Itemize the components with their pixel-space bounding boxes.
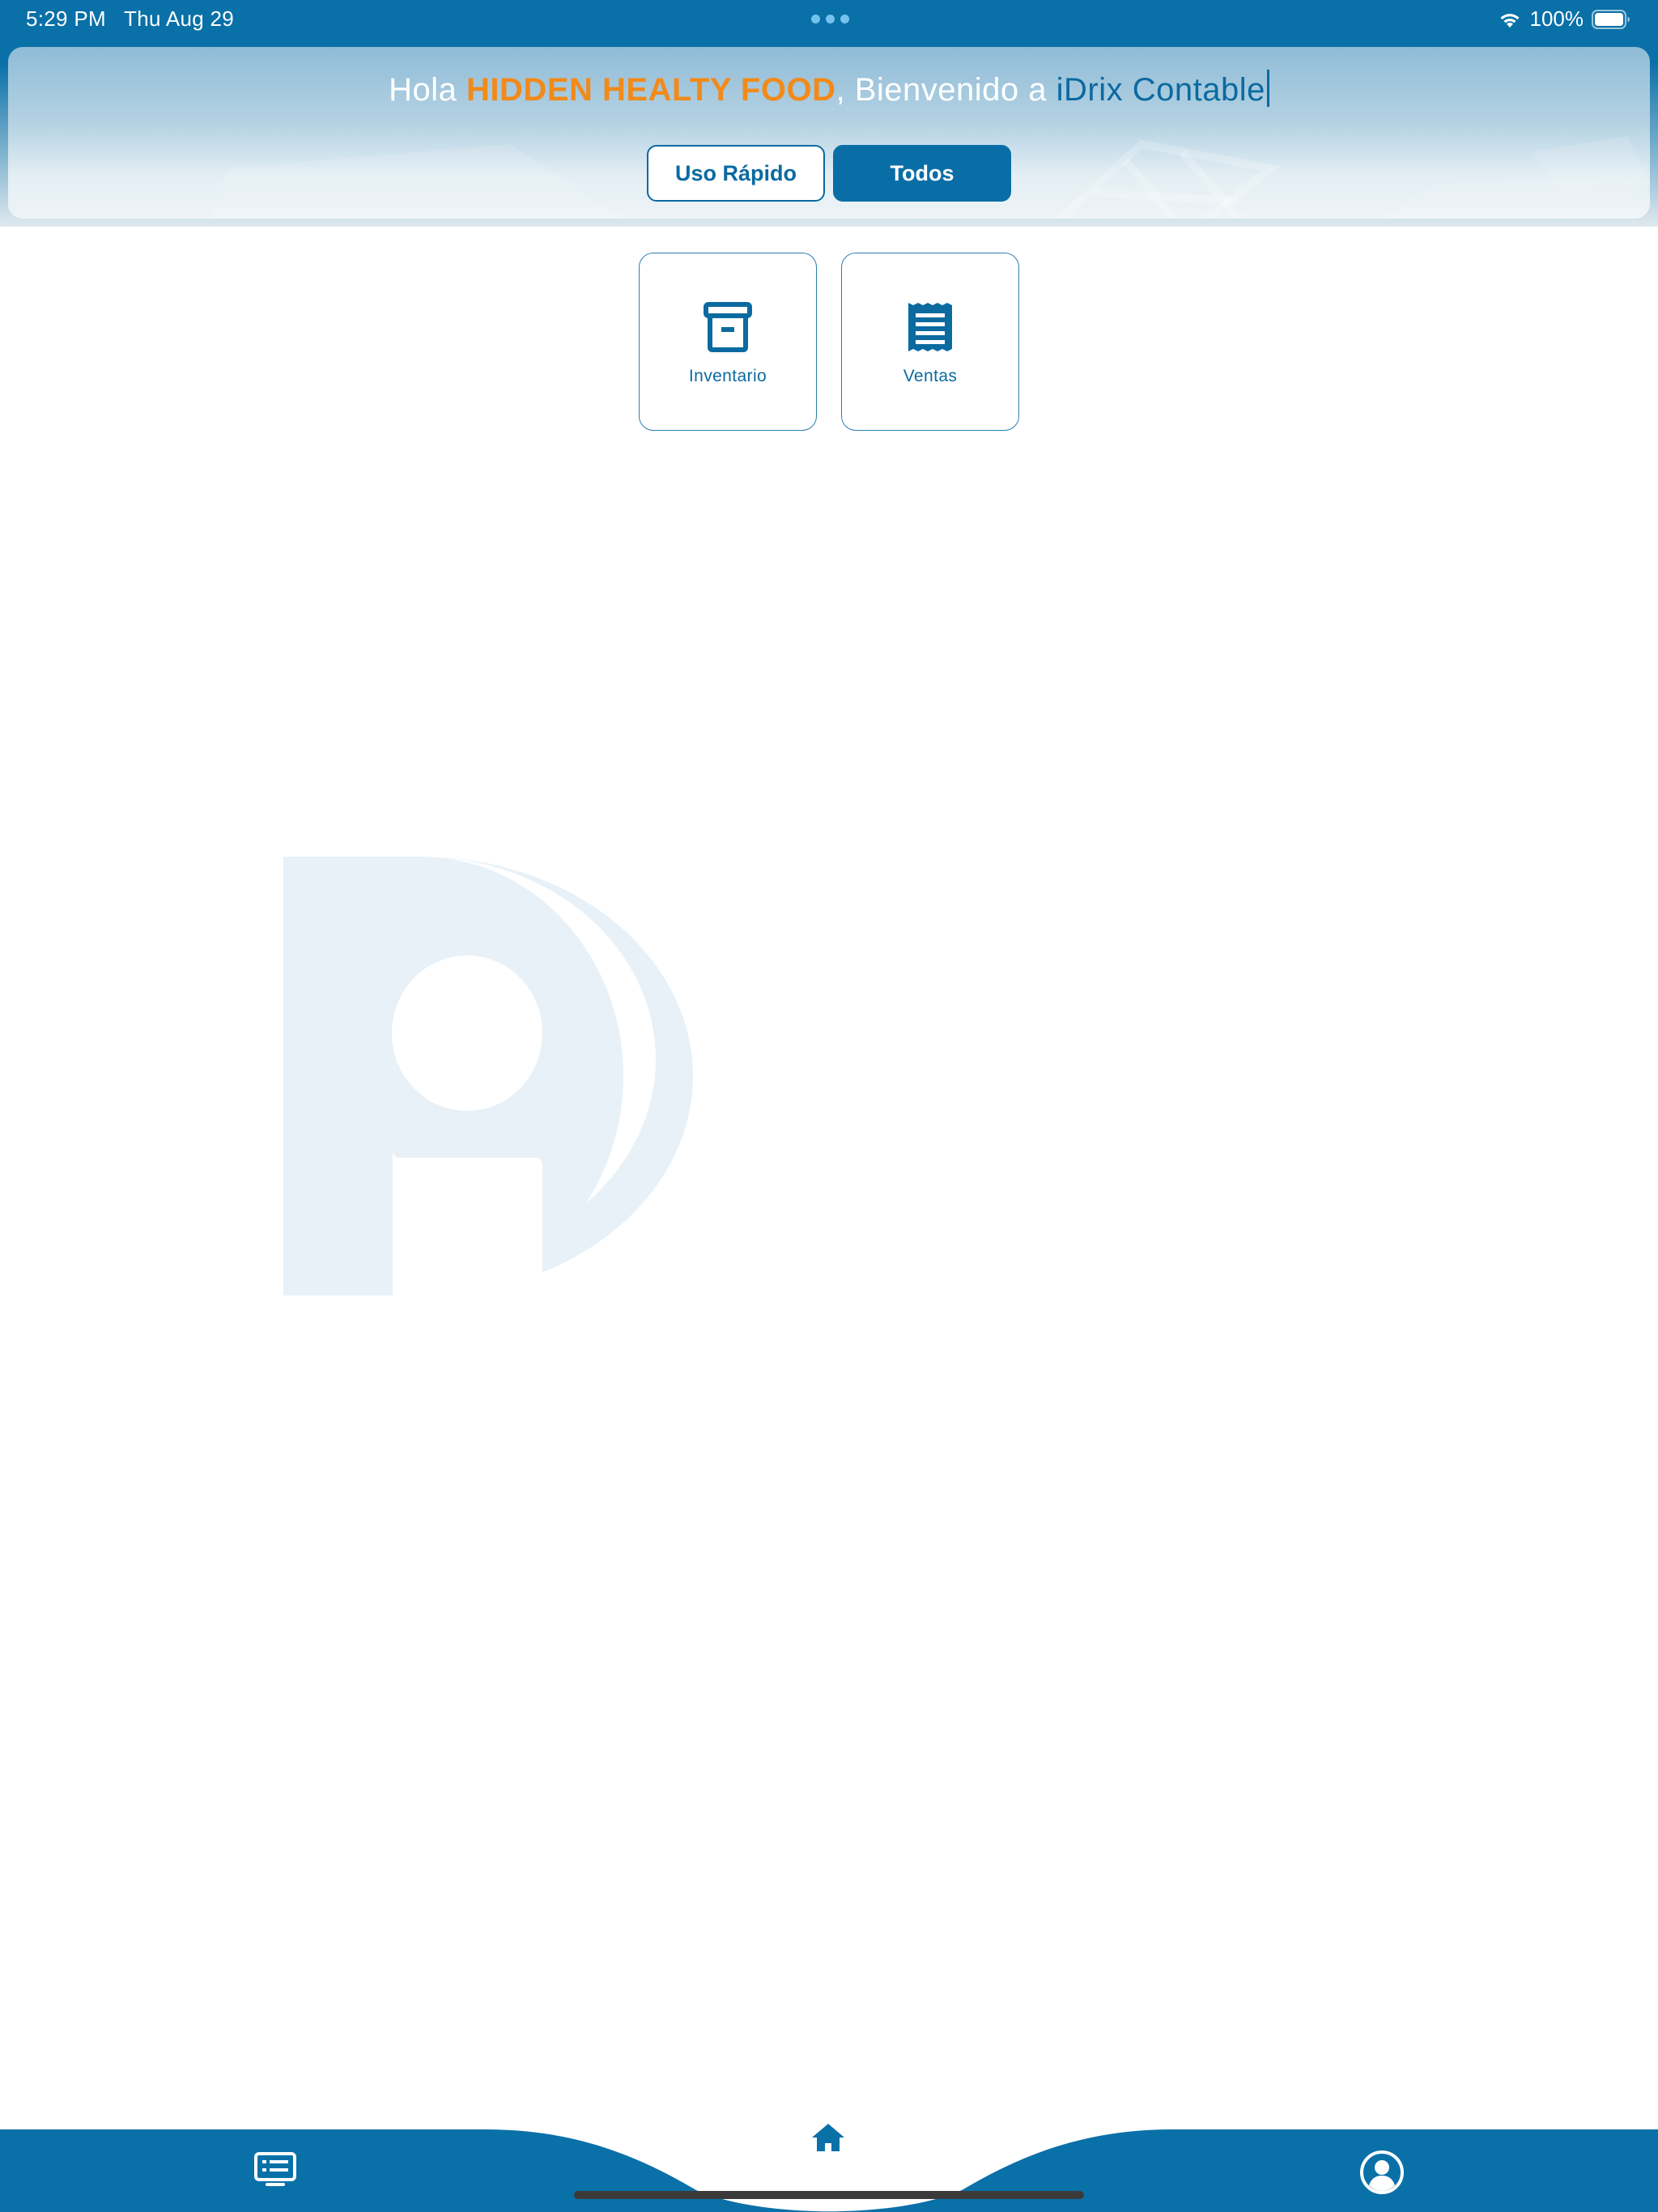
home-indicator[interactable] — [574, 2191, 1084, 2199]
multitasking-dots-icon[interactable] — [811, 15, 849, 23]
nav-list-screen-icon[interactable] — [254, 2152, 296, 2188]
wifi-icon — [1500, 13, 1519, 28]
status-bar: 5:29 PM Thu Aug 29 100% — [0, 0, 1658, 40]
battery-icon — [1592, 9, 1630, 29]
module-tile-inventory[interactable]: Inventario — [639, 253, 817, 431]
nav-home-icon[interactable] — [810, 2121, 846, 2154]
company-name: HIDDEN HEALTY FOOD — [466, 72, 836, 108]
status-time-date: 5:29 PM Thu Aug 29 — [26, 6, 234, 32]
app-name: iDrix Contable — [1056, 72, 1265, 108]
status-time: 5:29 PM — [26, 6, 106, 31]
welcome-message: Hola HIDDEN HEALTY FOOD, Bienvenido a iD… — [0, 70, 1658, 108]
archive-box-icon — [704, 302, 752, 352]
module-tile-sales[interactable]: Ventas — [841, 253, 1019, 431]
greeting-prefix: Hola — [389, 72, 467, 108]
tab-quick-use[interactable]: Uso Rápido — [647, 145, 825, 202]
text-caret — [1266, 70, 1269, 107]
receipt-icon — [908, 303, 952, 351]
greeting-middle: , Bienvenido a — [835, 72, 1056, 108]
module-label-inventory: Inventario — [688, 367, 767, 385]
module-label-sales: Ventas — [903, 367, 958, 385]
status-indicators: 100% — [1498, 6, 1631, 32]
battery-percent: 100% — [1529, 6, 1584, 31]
nav-user-circle-icon[interactable] — [1359, 2150, 1405, 2195]
status-date: Thu Aug 29 — [124, 6, 235, 31]
idrix-logo-watermark — [283, 857, 693, 1295]
tab-all[interactable]: Todos — [833, 145, 1011, 202]
